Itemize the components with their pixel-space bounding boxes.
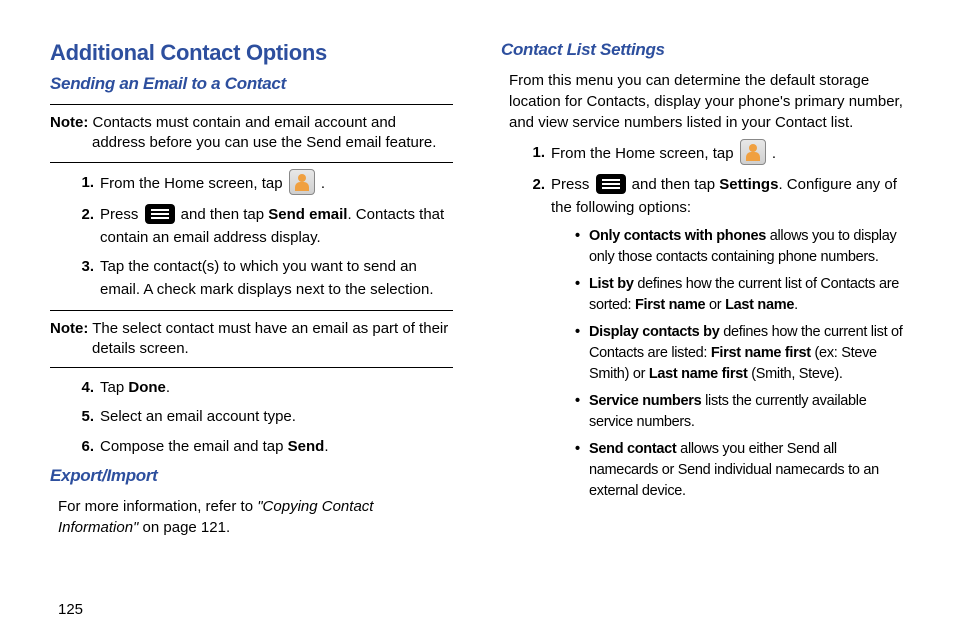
steps-list-2: 4. Tap Done. 5. Select an email account …	[50, 376, 453, 458]
options-list: Only contacts with phones allows you to …	[575, 226, 904, 502]
step-text: Select an email account type.	[100, 408, 296, 425]
bold-term: Last name	[725, 297, 794, 313]
page-columns: Additional Contact Options Sending an Em…	[50, 40, 904, 538]
bold-term: Service numbers	[589, 393, 701, 409]
step-4: 4. Tap Done.	[70, 376, 453, 399]
subsection-sending-email: Sending an Email to a Contact	[50, 74, 453, 94]
step-text: .	[317, 174, 325, 191]
bold-term: Done	[128, 379, 166, 396]
step-text: Press	[100, 206, 143, 223]
step-text: From the Home screen, tap	[100, 174, 287, 191]
subsection-contact-list-settings: Contact List Settings	[501, 40, 904, 60]
body-text: For more information, refer to	[58, 498, 257, 515]
note-text: Contacts must contain and email account …	[88, 114, 436, 151]
steps-list-3: 1. From the Home screen, tap . 2. Press …	[501, 141, 904, 502]
bold-term: Settings	[719, 176, 778, 193]
step-text: Tap the contact(s) to which you want to …	[100, 258, 434, 298]
step-1: 1. From the Home screen, tap .	[70, 171, 453, 197]
intro-text: From this menu you can determine the def…	[509, 70, 904, 133]
bold-term: Display contacts by	[589, 324, 720, 340]
bold-term: First name	[635, 297, 705, 313]
menu-icon	[145, 204, 175, 224]
divider	[50, 310, 453, 311]
bold-term: List by	[589, 276, 634, 292]
body-text: on page 121.	[138, 519, 230, 536]
export-import-text: For more information, refer to "Copying …	[58, 496, 453, 538]
option-text: (Smith, Steve).	[748, 366, 843, 382]
option-text: .	[794, 297, 798, 313]
bold-term: First name first	[711, 345, 811, 361]
option-only-contacts-with-phones: Only contacts with phones allows you to …	[575, 226, 904, 268]
page-number: 125	[58, 601, 83, 618]
contacts-icon	[740, 139, 766, 165]
step-1: 1. From the Home screen, tap .	[521, 141, 904, 167]
step-5: 5. Select an email account type.	[70, 405, 453, 428]
step-2: 2. Press and then tap Settings. Configur…	[521, 173, 904, 502]
steps-list-1: 1. From the Home screen, tap . 2. Press …	[50, 171, 453, 302]
right-column: Contact List Settings From this menu you…	[501, 40, 904, 538]
note-label: Note:	[50, 114, 88, 131]
step-text: and then tap	[628, 176, 720, 193]
left-column: Additional Contact Options Sending an Em…	[50, 40, 453, 538]
note-block: Note: The select contact must have an em…	[50, 319, 453, 360]
option-display-contacts-by: Display contacts by defines how the curr…	[575, 322, 904, 385]
step-text: and then tap	[177, 206, 269, 223]
menu-icon	[596, 174, 626, 194]
section-heading: Additional Contact Options	[50, 40, 453, 66]
step-3: 3. Tap the contact(s) to which you want …	[70, 255, 453, 302]
option-text: or	[705, 297, 725, 313]
divider	[50, 104, 453, 105]
option-send-contact: Send contact allows you either Send all …	[575, 439, 904, 502]
bold-term: Send	[288, 438, 325, 455]
bold-term: Only contacts with phones	[589, 228, 766, 244]
note-block: Note: Contacts must contain and email ac…	[50, 113, 453, 154]
divider	[50, 162, 453, 163]
note-label: Note:	[50, 320, 88, 337]
step-text: .	[166, 379, 170, 396]
bold-term: Last name first	[649, 366, 748, 382]
step-text: .	[768, 145, 776, 162]
note-text: The select contact must have an email as…	[88, 320, 448, 357]
step-text: .	[324, 438, 328, 455]
bold-term: Send email	[268, 206, 347, 223]
bold-term: Send contact	[589, 441, 676, 457]
option-list-by: List by defines how the current list of …	[575, 274, 904, 316]
divider	[50, 367, 453, 368]
step-6: 6. Compose the email and tap Send.	[70, 435, 453, 458]
subsection-export-import: Export/Import	[50, 466, 453, 486]
contacts-icon	[289, 169, 315, 195]
option-service-numbers: Service numbers lists the currently avai…	[575, 391, 904, 433]
step-text: Tap	[100, 379, 128, 396]
step-text: Press	[551, 176, 594, 193]
step-2: 2. Press and then tap Send email. Contac…	[70, 203, 453, 250]
step-text: From the Home screen, tap	[551, 145, 738, 162]
step-text: Compose the email and tap	[100, 438, 288, 455]
